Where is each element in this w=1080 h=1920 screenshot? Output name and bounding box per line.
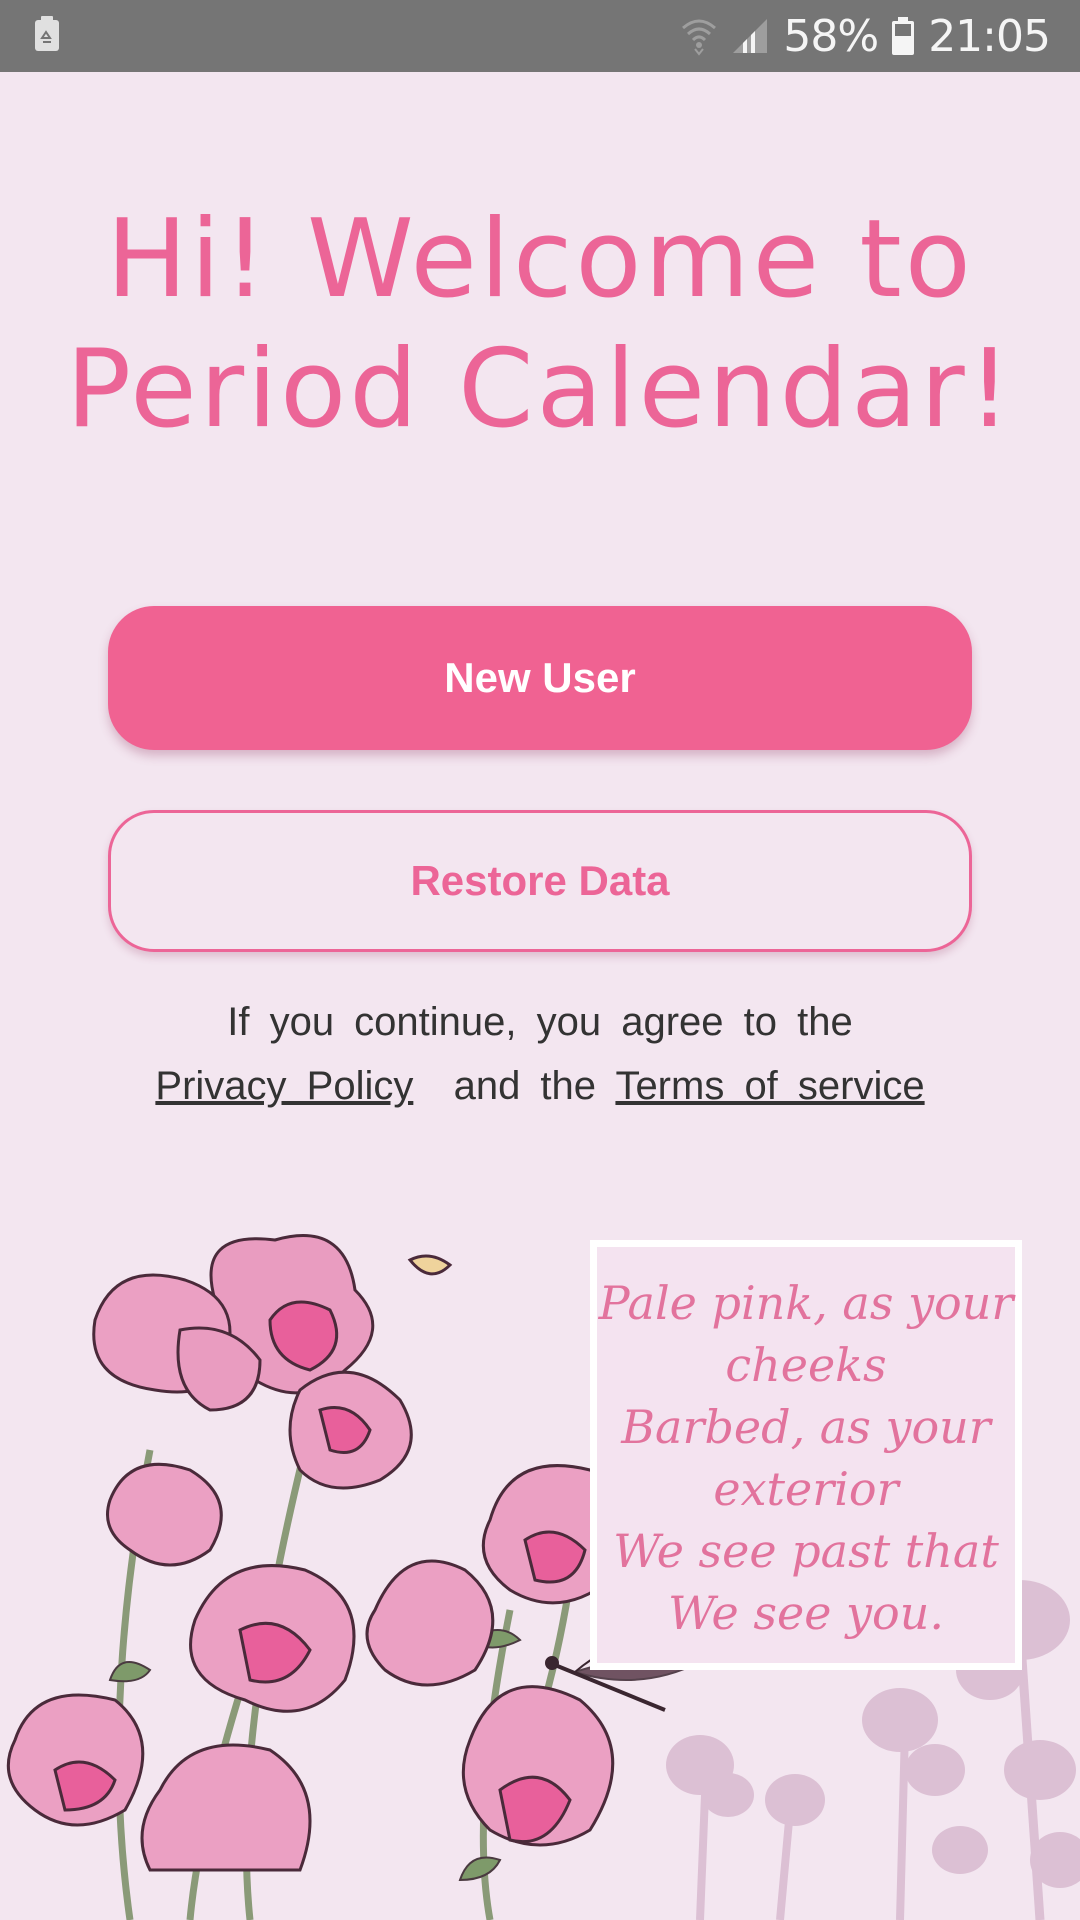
agreement-middle: and the [453, 1064, 597, 1108]
recycle-notification-icon [34, 15, 60, 57]
agreement-text: If you continue, you agree to the Privac… [100, 990, 980, 1118]
restore-data-button-label: Restore Data [410, 857, 670, 904]
poem-line: We see past that [613, 1524, 999, 1578]
poem-line: exterior [713, 1462, 899, 1516]
agreement-line1: If you continue, you agree to the [227, 1000, 853, 1044]
welcome-screen: 58% 21:05 Hi! Welcome to Period Calendar… [0, 0, 1080, 1920]
welcome-title-line2: Period Calendar! [65, 327, 1015, 452]
agreement-line2: Privacy Policy and the Terms of service [100, 1054, 980, 1118]
poem-card: Pale pink, as your cheeks Barbed, as you… [590, 1240, 1022, 1670]
poem-line: Barbed, as your [621, 1400, 991, 1454]
restore-data-button[interactable]: Restore Data [108, 810, 972, 952]
signal-icon [731, 17, 769, 55]
terms-of-service-link[interactable]: Terms of service [615, 1064, 924, 1108]
privacy-policy-link[interactable]: Privacy Policy [155, 1064, 413, 1108]
clock: 21:05 [928, 10, 1051, 62]
poem-line: cheeks [725, 1338, 887, 1392]
poem-line: We see you. [668, 1586, 944, 1640]
status-bar: 58% 21:05 [0, 0, 1080, 72]
poem-line: Pale pink, as your [598, 1276, 1014, 1330]
new-user-button[interactable]: New User [108, 606, 972, 750]
new-user-button-label: New User [444, 654, 636, 701]
welcome-title: Hi! Welcome to Period Calendar! [0, 195, 1080, 455]
welcome-title-line1: Hi! Welcome to [106, 197, 974, 322]
battery-icon [892, 17, 915, 55]
wifi-icon [681, 16, 717, 56]
battery-percent: 58% [783, 10, 879, 62]
